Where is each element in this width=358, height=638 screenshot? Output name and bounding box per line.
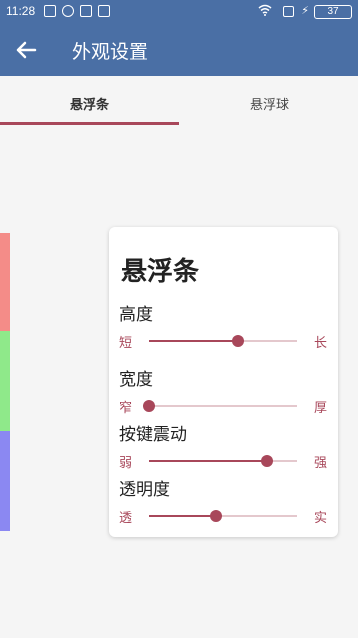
max-label: 强 xyxy=(314,456,328,471)
sim-icon xyxy=(283,6,294,17)
width-slider[interactable] xyxy=(143,400,297,412)
slider-fill xyxy=(149,460,268,462)
min-label: 弱 xyxy=(119,456,133,471)
opacity-setting: 透明度 透 实 xyxy=(109,475,338,531)
height-slider[interactable] xyxy=(149,335,297,347)
status-bar: 11:28 ⚡ 37 xyxy=(0,0,358,24)
notification-icon xyxy=(44,5,56,17)
slider-thumb[interactable] xyxy=(261,455,274,467)
mail-icon xyxy=(80,5,92,17)
slider-thumb[interactable] xyxy=(209,510,222,522)
vibration-setting: 按键震动 弱 强 xyxy=(109,420,338,476)
page-title: 外观设置 xyxy=(72,41,149,63)
setting-label: 按键震动 xyxy=(119,425,187,445)
app-bar: 外观设置 xyxy=(0,24,358,76)
slider-fill xyxy=(149,340,238,342)
height-setting: 高度 短 长 xyxy=(109,300,338,356)
setting-label: 高度 xyxy=(119,305,153,325)
color-strip-green xyxy=(0,331,10,431)
battery-icon: 37 xyxy=(314,5,352,19)
min-label: 窄 xyxy=(119,401,133,416)
slider-thumb[interactable] xyxy=(231,335,244,347)
tab-indicator xyxy=(0,122,179,125)
max-label: 厚 xyxy=(314,401,328,416)
width-setting: 宽度 窄 厚 xyxy=(109,365,338,421)
tab-bar: 悬浮条 悬浮球 xyxy=(0,76,358,126)
color-strip-blue xyxy=(0,431,10,531)
slider-thumb[interactable] xyxy=(143,400,155,412)
status-time: 11:28 xyxy=(6,4,36,18)
max-label: 长 xyxy=(314,336,328,351)
max-label: 实 xyxy=(314,511,328,526)
tab-floating-bar[interactable]: 悬浮条 xyxy=(70,94,109,113)
opacity-slider[interactable] xyxy=(149,510,297,522)
sync-icon xyxy=(62,5,74,17)
min-label: 短 xyxy=(119,336,133,351)
wifi-icon xyxy=(258,4,272,19)
color-strip-red xyxy=(0,233,10,331)
card-title: 悬浮条 xyxy=(121,257,200,287)
arrow-left-icon xyxy=(16,41,37,59)
min-label: 透 xyxy=(119,511,133,526)
slider-fill xyxy=(149,515,216,517)
vibration-slider[interactable] xyxy=(149,455,297,467)
setting-label: 宽度 xyxy=(119,370,153,390)
setting-label: 透明度 xyxy=(119,480,170,500)
message-icon xyxy=(98,5,110,17)
tab-floating-ball[interactable]: 悬浮球 xyxy=(250,94,289,113)
charging-icon: ⚡ xyxy=(301,4,309,17)
back-button[interactable] xyxy=(10,34,42,66)
